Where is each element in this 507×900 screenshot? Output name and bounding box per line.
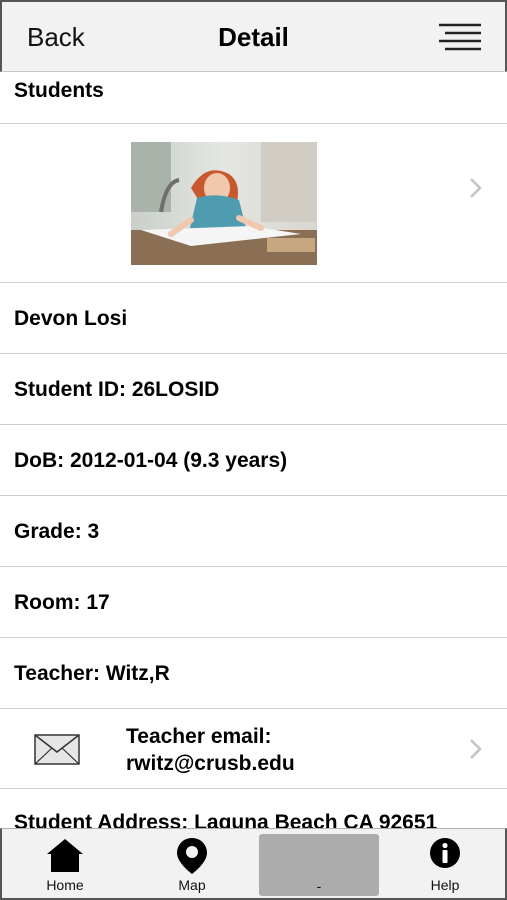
navigation-bar: Back Detail [0,0,507,72]
teacher-email-block: Teacher email: rwitz@crusb.edu [126,723,295,777]
info-icon [430,838,460,868]
map-pin-icon [177,838,207,874]
student-room: Room: 17 [14,591,110,614]
tab-map-label: Map [178,877,206,893]
dob-row: DoB: 2012-01-04 (9.3 years) [0,425,507,496]
student-id: Student ID: 26LOSID [14,378,220,401]
tab-bar: Home Map - Help [0,828,507,900]
tab-blank-label: - [316,878,322,894]
home-icon [47,839,83,872]
chevron-right-icon [469,177,483,199]
student-name: Devon Losi [14,307,128,330]
tab-help[interactable]: Help [390,829,500,899]
section-title: Students [14,79,104,102]
hamburger-menu-icon[interactable] [439,22,481,52]
student-name-row: Devon Losi [0,283,507,354]
page-title: Detail [218,22,289,52]
teacher-email-row[interactable]: Teacher email: rwitz@crusb.edu [0,709,507,789]
student-teacher: Teacher: Witz,R [14,662,170,685]
student-photo-row[interactable] [0,124,507,283]
room-row: Room: 17 [0,567,507,638]
tab-blank[interactable]: - [259,834,379,896]
tab-home[interactable]: Home [10,829,120,899]
student-id-row: Student ID: 26LOSID [0,354,507,425]
envelope-icon [34,734,80,765]
tab-home-label: Home [46,877,84,893]
chevron-right-icon [469,738,483,760]
student-address-row: Student Address: Laguna Beach CA 92651 [0,789,507,828]
student-photo [131,142,317,265]
tab-map[interactable]: Map [137,829,247,899]
tab-help-label: Help [430,877,460,893]
detail-list[interactable]: Students Devon Losi Student ID: 26LOSID … [0,72,507,828]
teacher-email-label: Teacher email: [126,725,272,748]
student-address: Student Address: Laguna Beach CA 92651 [14,811,438,828]
section-header: Students [0,72,507,124]
student-grade: Grade: 3 [14,520,100,543]
teacher-email-link[interactable]: rwitz@crusb.edu [126,750,295,777]
student-dob: DoB: 2012-01-04 (9.3 years) [14,449,288,472]
grade-row: Grade: 3 [0,496,507,567]
teacher-row: Teacher: Witz,R [0,638,507,709]
